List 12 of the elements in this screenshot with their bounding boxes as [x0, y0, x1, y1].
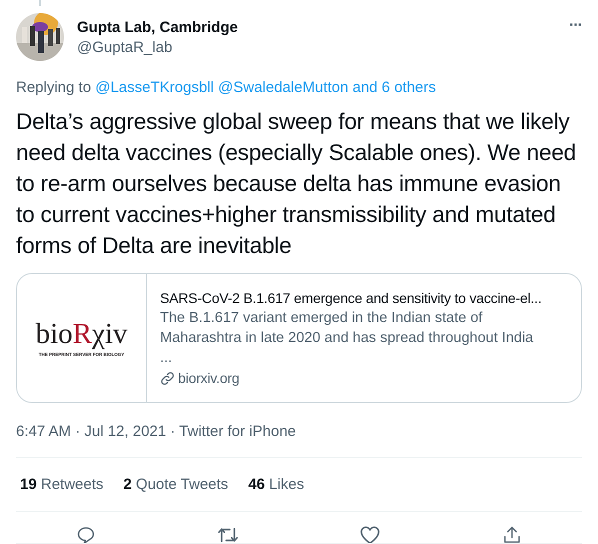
stat-count[interactable]: 2 Quote Tweets	[123, 476, 228, 493]
more-menu[interactable]: ···	[569, 17, 582, 35]
stat-count[interactable]: 19 Retweets	[20, 476, 104, 493]
card-domain: biorxiv.org	[178, 369, 240, 388]
card-description: The B.1.617 variant emerged in the Indian state of Maharashtra in late 2020 and has spread throughout India ...	[160, 309, 534, 368]
stat-count[interactable]: 46 Likes	[248, 476, 304, 493]
tweet-text: Delta’s aggressive global sweep for means that we likely need delta vaccines (especially Scalable ones). We need to re-arm ourselves because delta has immune evasion to current vaccines+higher transmissibility and mutated forms of Delta are inevitable	[16, 108, 578, 260]
tweet-timestamp[interactable]: 6:47 AM · Jul 12, 2021 · Twitter for iPhone	[16, 422, 582, 442]
author-handle[interactable]: @GuptaR_lab	[77, 38, 570, 58]
card-title: SARS-CoV-2 B.1.617 emergence and sensitivity to vaccine-el...	[160, 289, 542, 308]
author-name[interactable]: Gupta Lab, Cambridge	[77, 18, 570, 38]
replying-to-line: Replying to @LasseTKrogsbll @SwaledaleMutton and 6 others	[16, 78, 437, 98]
